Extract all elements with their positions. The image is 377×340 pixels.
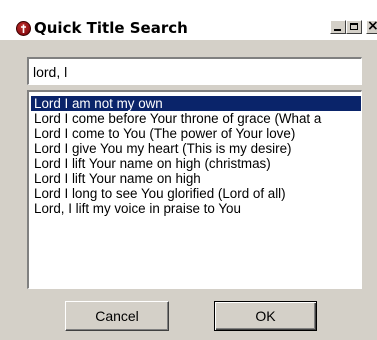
title-bar[interactable]: Quick Title Search × xyxy=(0,0,377,40)
list-item[interactable]: Lord I lift Your name on high (christmas… xyxy=(31,156,361,171)
list-item[interactable]: Lord I am not my own xyxy=(31,96,361,111)
results-listbox[interactable]: Lord I am not my own Lord I come before Y… xyxy=(27,90,362,289)
list-item[interactable]: Lord I long to see You glorified (Lord o… xyxy=(31,186,361,201)
list-item[interactable]: Lord I give You my heart (This is my des… xyxy=(31,141,361,156)
maximize-button[interactable] xyxy=(346,20,362,34)
search-input[interactable] xyxy=(27,57,362,85)
list-item[interactable]: Lord, I lift my voice in praise to You xyxy=(31,201,361,216)
list-item[interactable]: Lord I lift Your name on high xyxy=(31,171,361,186)
minimize-icon xyxy=(334,29,341,31)
cancel-button[interactable]: Cancel xyxy=(65,301,169,331)
list-item[interactable]: Lord I come before Your throne of grace … xyxy=(31,111,361,126)
maximize-icon xyxy=(350,23,358,30)
close-icon: × xyxy=(367,18,377,34)
close-button[interactable]: × xyxy=(366,18,377,34)
minimize-button[interactable] xyxy=(330,20,346,34)
list-item[interactable]: Lord I come to You (The power of Your lo… xyxy=(31,126,361,141)
ok-button[interactable]: OK xyxy=(214,301,317,331)
window-title: Quick Title Search xyxy=(34,19,188,37)
results-list: Lord I am not my own Lord I come before Y… xyxy=(31,96,361,216)
quick-title-search-dialog: Quick Title Search × Lord I am not my ow… xyxy=(0,0,377,340)
app-icon xyxy=(16,21,31,36)
